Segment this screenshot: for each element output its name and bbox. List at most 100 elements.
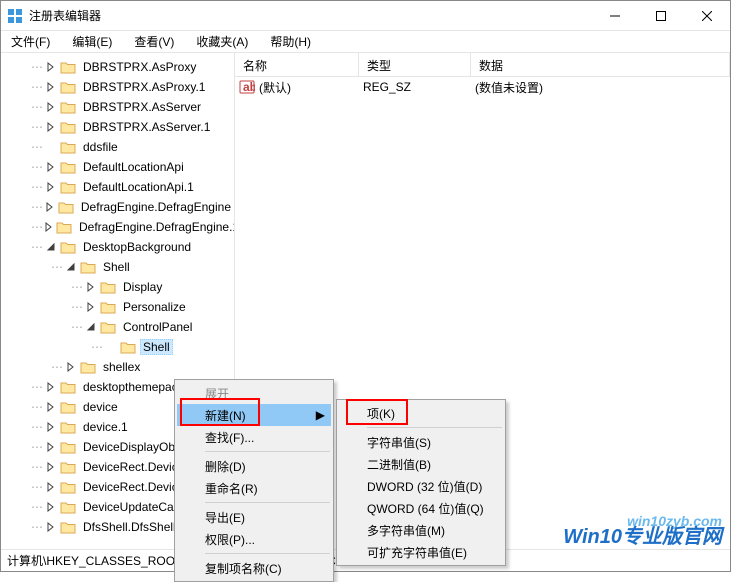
tree-branch-icon: ⋯ — [31, 60, 42, 74]
tree-label: ControlPanel — [120, 319, 195, 335]
ctx-delete[interactable]: 删除(D) — [177, 455, 331, 477]
expander-icon[interactable] — [44, 500, 58, 514]
expander-icon[interactable] — [44, 420, 58, 434]
folder-icon — [60, 400, 76, 414]
tree-label: Personalize — [120, 299, 189, 315]
ctx-new-multi[interactable]: 多字符串值(M) — [339, 519, 503, 541]
tree-branch-icon: ⋯ — [91, 340, 102, 354]
col-header-data[interactable]: 数据 — [471, 53, 730, 76]
expander-icon[interactable] — [64, 260, 78, 274]
tree-branch-icon: ⋯ — [31, 520, 42, 534]
expander-icon[interactable] — [44, 80, 58, 94]
tree-label: DefaultLocationApi — [80, 159, 187, 175]
ctx-new[interactable]: 新建(N) ▶ — [177, 404, 331, 426]
ctx-new-binary[interactable]: 二进制值(B) — [339, 453, 503, 475]
folder-icon — [60, 240, 76, 254]
ctx-new-expand[interactable]: 可扩充字符串值(E) — [339, 541, 503, 563]
menu-view[interactable]: 查看(V) — [130, 31, 178, 52]
close-button[interactable] — [684, 1, 730, 31]
expander-icon[interactable] — [44, 400, 58, 414]
tree-item[interactable]: ⋯Personalize — [1, 297, 234, 317]
folder-icon — [100, 280, 116, 294]
expander-icon[interactable] — [44, 160, 58, 174]
tree-item[interactable]: ⋯ Shell — [1, 257, 234, 277]
ctx-new-qword[interactable]: QWORD (64 位)值(Q) — [339, 497, 503, 519]
ctx-new-dword[interactable]: DWORD (32 位)值(D) — [339, 475, 503, 497]
ctx-export[interactable]: 导出(E) — [177, 506, 331, 528]
tree-item[interactable]: ⋯ DefaultLocationApi.1 — [1, 177, 234, 197]
titlebar: 注册表编辑器 — [1, 1, 730, 31]
tree-item[interactable]: ⋯DefaultLocationApi — [1, 157, 234, 177]
list-row[interactable]: ab (默认) REG_SZ (数值未设置) — [235, 77, 730, 97]
expander-icon[interactable] — [44, 180, 58, 194]
tree-item[interactable]: ⋯ddsfile — [1, 137, 234, 157]
tree-item[interactable]: ⋯ Shell — [1, 337, 234, 357]
expander-icon[interactable] — [84, 280, 98, 294]
tree-item[interactable]: ⋯ DesktopBackground — [1, 237, 234, 257]
expander-icon[interactable] — [44, 380, 58, 394]
tree-label: Shell — [140, 339, 173, 355]
tree-branch-icon: ⋯ — [51, 260, 62, 274]
minimize-button[interactable] — [592, 1, 638, 31]
expander-icon[interactable] — [84, 300, 98, 314]
tree-branch-icon: ⋯ — [31, 240, 42, 254]
ctx-separator — [205, 451, 330, 452]
menu-help[interactable]: 帮助(H) — [266, 31, 315, 52]
expander-icon[interactable] — [44, 100, 58, 114]
expander-icon[interactable] — [44, 60, 58, 74]
ctx-rename[interactable]: 重命名(R) — [177, 477, 331, 499]
tree-label: DefragEngine.DefragEngine — [78, 199, 234, 215]
menu-file[interactable]: 文件(F) — [7, 31, 54, 52]
tree-item[interactable]: ⋯DBRSTPRX.AsServer — [1, 97, 234, 117]
ctx-permissions[interactable]: 权限(P)... — [177, 528, 331, 550]
ctx-find[interactable]: 查找(F)... — [177, 426, 331, 448]
expander-icon[interactable] — [44, 520, 58, 534]
tree-branch-icon: ⋯ — [51, 360, 62, 374]
ctx-new-key[interactable]: 项(K) — [339, 402, 503, 424]
col-header-type[interactable]: 类型 — [359, 53, 471, 76]
tree-label: DefaultLocationApi.1 — [80, 179, 197, 195]
tree-label: desktopthemepack — [80, 379, 187, 395]
expander-icon[interactable] — [44, 480, 58, 494]
expander-icon[interactable] — [84, 320, 98, 334]
list-header: 名称 类型 数据 — [235, 53, 730, 77]
folder-icon — [60, 160, 76, 174]
expander-icon[interactable] — [44, 220, 54, 234]
value-type: REG_SZ — [363, 80, 475, 94]
folder-icon — [60, 140, 76, 154]
tree-label: Shell — [100, 259, 133, 275]
tree-item[interactable]: ⋯Display — [1, 277, 234, 297]
col-header-name[interactable]: 名称 — [235, 53, 359, 76]
folder-icon — [60, 120, 76, 134]
tree-branch-icon: ⋯ — [31, 460, 42, 474]
value-name: (默认) — [259, 79, 363, 96]
tree-label: ddsfile — [80, 139, 121, 155]
expander-icon[interactable] — [44, 460, 58, 474]
tree-item[interactable]: ⋯DBRSTPRX.AsServer.1 — [1, 117, 234, 137]
tree-item[interactable]: ⋯ DBRSTPRX.AsProxy — [1, 57, 234, 77]
expander-icon[interactable] — [44, 200, 56, 214]
expander-icon[interactable] — [44, 120, 58, 134]
tree-item[interactable]: ⋯DefragEngine.DefragEngine — [1, 197, 234, 217]
tree-branch-icon: ⋯ — [31, 100, 42, 114]
tree-item[interactable]: ⋯DefragEngine.DefragEngine.1 — [1, 217, 234, 237]
tree-label: DesktopBackground — [80, 239, 194, 255]
tree-item[interactable]: ⋯ControlPanel — [1, 317, 234, 337]
tree-branch-icon: ⋯ — [31, 500, 42, 514]
tree-item[interactable]: ⋯shellex — [1, 357, 234, 377]
tree-branch-icon: ⋯ — [71, 280, 82, 294]
maximize-button[interactable] — [638, 1, 684, 31]
tree-branch-icon: ⋯ — [31, 180, 42, 194]
folder-icon — [60, 500, 76, 514]
tree-item[interactable]: ⋯DBRSTPRX.AsProxy.1 — [1, 77, 234, 97]
ctx-copyname[interactable]: 复制项名称(C) — [177, 557, 331, 579]
menu-edit[interactable]: 编辑(E) — [68, 31, 116, 52]
expander-icon[interactable] — [44, 240, 58, 254]
expander-icon[interactable] — [64, 360, 78, 374]
expander-icon[interactable] — [44, 440, 58, 454]
tree-branch-icon: ⋯ — [31, 380, 42, 394]
tree-label: DBRSTPRX.AsProxy — [80, 59, 199, 75]
menu-favorites[interactable]: 收藏夹(A) — [192, 31, 252, 52]
tree-branch-icon: ⋯ — [31, 120, 42, 134]
ctx-new-string[interactable]: 字符串值(S) — [339, 431, 503, 453]
